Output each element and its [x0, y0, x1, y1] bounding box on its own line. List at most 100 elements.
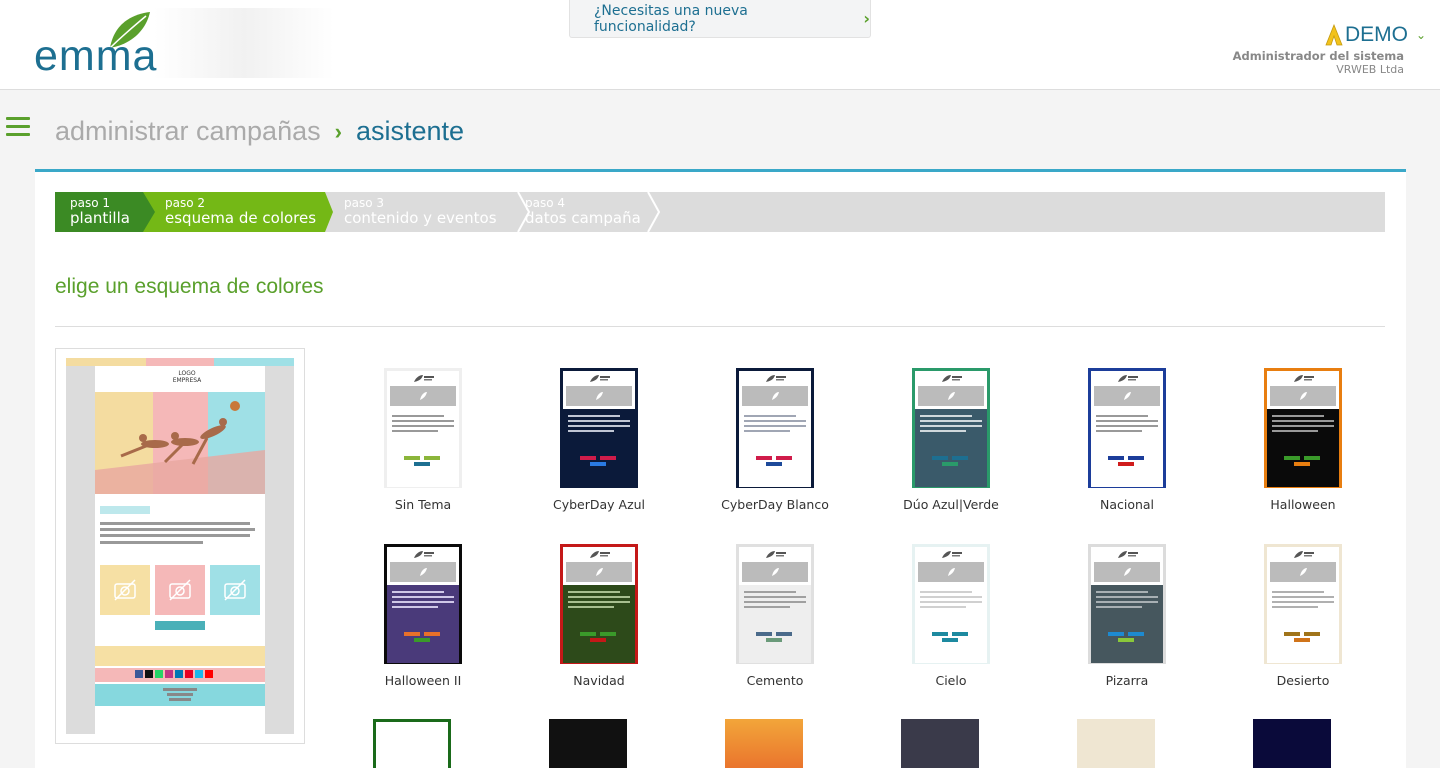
step-3[interactable]: paso 3 contenido y eventos: [320, 192, 510, 232]
thumbnail-banner: [918, 386, 984, 406]
thumbnail-banner: [566, 386, 632, 406]
camera-icon: [224, 579, 246, 601]
theme-option[interactable]: Nacional: [1057, 368, 1197, 518]
chevron-right-icon: ›: [334, 118, 342, 144]
thumbnail-content: [563, 409, 635, 487]
thumbnail-banner: [742, 562, 808, 582]
thumbnail-banner: [1270, 562, 1336, 582]
thumbnail-logo-icon: [1116, 374, 1140, 383]
theme-name: Cielo: [935, 673, 967, 688]
camera-icon: [114, 579, 136, 601]
thumbnail-logo-icon: [764, 374, 788, 383]
theme-thumbnail: [736, 544, 814, 664]
email-preview: LOGO EMPRESA: [66, 358, 294, 734]
thumbnail-logo-icon: [412, 550, 436, 559]
thumbnail-banner: [566, 562, 632, 582]
thumbnail-logo-icon: [412, 374, 436, 383]
theme-name: Dúo Azul|Verde: [903, 497, 999, 512]
theme-thumbnail: [560, 368, 638, 488]
theme-thumbnail: [1264, 544, 1342, 664]
wizard-steps: paso 2 esquema de colores paso 1 plantil…: [55, 192, 1385, 232]
theme-thumbnail: [384, 544, 462, 664]
thumbnail-logo-icon: [764, 550, 788, 559]
theme-name: Sin Tema: [394, 497, 452, 512]
theme-option[interactable]: Dúo Azul|Verde: [881, 368, 1021, 518]
theme-option[interactable]: Cemento: [705, 544, 845, 694]
theme-option[interactable]: Pizarra: [1057, 544, 1197, 694]
hamburger-menu-icon[interactable]: [6, 117, 30, 136]
thumbnail-logo-icon: [940, 374, 964, 383]
thumbnail-banner: [390, 562, 456, 582]
theme-thumbnail: [912, 544, 990, 664]
thumbnail-content: [1267, 585, 1339, 663]
step-1[interactable]: paso 1 plantilla: [55, 192, 155, 232]
thumbnail-logo-icon: [588, 550, 612, 559]
step-2[interactable]: paso 2 esquema de colores: [137, 192, 333, 232]
theme-option[interactable]: Halloween: [1233, 368, 1373, 518]
theme-thumbnail: [1088, 544, 1166, 664]
theme-name: Desierto: [1276, 673, 1330, 688]
theme-thumbnail: [1088, 368, 1166, 488]
theme-option[interactable]: Halloween II: [353, 544, 493, 694]
theme-option[interactable]: Sin Tema: [353, 368, 493, 518]
feature-request-button[interactable]: ¿Necesitas una nueva funcionalidad? ›: [569, 0, 871, 38]
theme-thumbnail: [912, 368, 990, 488]
theme-thumbnail: [384, 368, 462, 488]
hero-image: [95, 392, 265, 494]
thumbnail-content: [387, 585, 459, 663]
thumbnail-content: [739, 409, 811, 487]
breadcrumb-current: asistente: [355, 116, 465, 146]
emma-logo[interactable]: emma: [34, 8, 334, 80]
thumbnail-content: [739, 585, 811, 663]
theme-name: Pizarra: [1105, 673, 1149, 688]
thumbnail-content: [915, 409, 987, 487]
chevron-down-icon[interactable]: ⌄: [1416, 28, 1426, 42]
thumbnail-content: [915, 585, 987, 663]
theme-thumbnail: [736, 368, 814, 488]
user-role: Administrador del sistema: [1232, 49, 1404, 63]
theme-option[interactable]: CyberDay Azul: [529, 368, 669, 518]
thumbnail-banner: [390, 386, 456, 406]
thumbnail-banner: [742, 386, 808, 406]
chevron-right-icon: ›: [863, 9, 870, 28]
template-preview: LOGO EMPRESA: [55, 348, 305, 744]
theme-name: Cemento: [746, 673, 804, 688]
step-4[interactable]: paso 4 datos campaña: [505, 192, 695, 232]
theme-thumbnail: [560, 544, 638, 664]
theme-thumbnail: [1264, 368, 1342, 488]
user-name: DEMO: [1344, 23, 1408, 46]
step-separator-icon: [517, 192, 531, 232]
theme-option[interactable]: CyberDay Blanco: [705, 368, 845, 518]
thumbnail-content: [1091, 409, 1163, 487]
thumbnail-content: [387, 409, 459, 487]
breadcrumb: administrar campañas › asistente: [55, 116, 464, 147]
theme-option[interactable]: Desierto: [1233, 544, 1373, 694]
thumbnail-banner: [918, 562, 984, 582]
user-badge-icon: [1325, 24, 1343, 46]
thumbnail-banner: [1094, 386, 1160, 406]
camera-icon: [169, 579, 191, 601]
section-title: elige un esquema de colores: [55, 275, 324, 298]
thumbnail-logo-icon: [1116, 550, 1140, 559]
thumbnail-logo-icon: [1292, 550, 1316, 559]
theme-name: Nacional: [1099, 497, 1155, 512]
step-separator-icon: [647, 192, 661, 232]
theme-name: Navidad: [573, 673, 625, 688]
thumbnail-logo-icon: [1292, 374, 1316, 383]
feature-request-label: ¿Necesitas una nueva funcionalidad?: [594, 2, 748, 35]
social-icons: [135, 670, 213, 678]
user-menu[interactable]: DEMO ⌄ Administrador del sistema VRWEB L…: [1146, 20, 1426, 80]
thumbnail-content: [1267, 409, 1339, 487]
top-header: emma ¿Necesitas una nueva funcionalidad?…: [0, 0, 1440, 90]
step-label: contenido y eventos: [344, 209, 497, 227]
step-label: esquema de colores: [165, 209, 317, 227]
thumbnail-banner: [1094, 562, 1160, 582]
step-label: datos campaña: [525, 209, 641, 227]
theme-name: Halloween II: [384, 673, 462, 688]
cta-button: [155, 621, 205, 630]
theme-option[interactable]: Cielo: [881, 544, 1021, 694]
theme-name: CyberDay Azul: [552, 497, 646, 512]
breadcrumb-parent[interactable]: administrar campañas: [55, 116, 321, 147]
theme-option[interactable]: Navidad: [529, 544, 669, 694]
theme-name: CyberDay Blanco: [721, 497, 829, 512]
